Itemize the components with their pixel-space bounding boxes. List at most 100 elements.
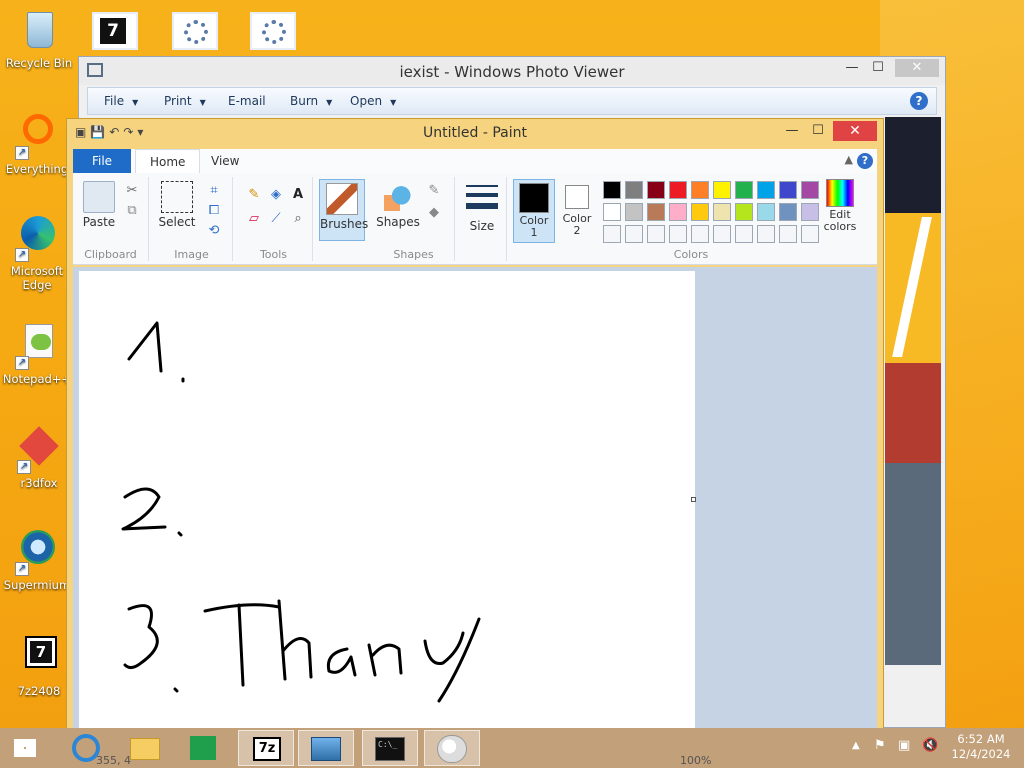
paint-icon: [437, 735, 467, 763]
desktop-icon-notepadpp[interactable]: ↗ Notepad++: [2, 322, 72, 386]
taskbar-store[interactable]: [176, 730, 232, 766]
palette-swatch[interactable]: [735, 225, 753, 243]
palette-swatch[interactable]: [669, 203, 687, 221]
group-label-shapes: Shapes: [393, 248, 434, 261]
desktop-icon-recycle-bin[interactable]: Recycle Bin: [4, 6, 74, 70]
color1-button[interactable]: Color 1: [513, 179, 555, 243]
settings-desktop-icon[interactable]: [172, 12, 218, 50]
maximize-button[interactable]: ☐: [865, 59, 891, 77]
color2-button[interactable]: Color 2: [557, 179, 597, 243]
desktop-icon-7z2408[interactable]: 7 7z2408: [4, 634, 74, 698]
paint-window[interactable]: ▣💾↶↷▾ Untitled - Paint — ☐ ✕ File Home V…: [66, 118, 884, 730]
taskbar-paint[interactable]: [424, 730, 480, 766]
palette-swatch[interactable]: [779, 203, 797, 221]
palette-swatch[interactable]: [625, 203, 643, 221]
desktop-icon-everything[interactable]: ↗ Everything: [2, 112, 72, 176]
help-icon[interactable]: ?: [857, 153, 873, 169]
taskbar-photo-viewer[interactable]: [298, 730, 354, 766]
palette-swatch[interactable]: [691, 225, 709, 243]
ribbon-home: Paste ✂ ⧉ Clipboard Select ⌗ ⧠ ⟲ Image ✎…: [73, 173, 877, 265]
palette-swatch[interactable]: [647, 225, 665, 243]
close-button[interactable]: ✕: [833, 121, 877, 141]
r3dfox-icon: ↗: [15, 426, 63, 474]
palette-swatch[interactable]: [603, 181, 621, 199]
help-icon[interactable]: ?: [910, 92, 928, 110]
rotate-icon[interactable]: ⟲: [205, 223, 223, 239]
palette-swatch[interactable]: [647, 181, 665, 199]
taskbar-cmd[interactable]: C:\_: [362, 730, 418, 766]
tab-home[interactable]: Home: [135, 149, 201, 173]
palette-swatch[interactable]: [625, 181, 643, 199]
menu-file[interactable]: File ▼: [104, 94, 138, 108]
menu-burn[interactable]: Burn ▼: [290, 94, 332, 108]
handwritten-n: [367, 643, 403, 677]
close-button[interactable]: ✕: [895, 59, 939, 77]
outline-icon[interactable]: ✎: [425, 183, 443, 199]
menu-print[interactable]: Print ▼: [164, 94, 206, 108]
paste-button[interactable]: Paste: [79, 181, 119, 229]
settings-desktop-icon-2[interactable]: [250, 12, 296, 50]
group-label-tools: Tools: [259, 248, 288, 261]
menu-open[interactable]: Open ▼: [350, 94, 396, 108]
fill-icon[interactable]: ◈: [267, 187, 285, 203]
cut-icon[interactable]: ✂: [123, 183, 141, 199]
shapes-button[interactable]: Shapes: [375, 181, 421, 229]
pencil-icon[interactable]: ✎: [245, 187, 263, 203]
palette-swatch[interactable]: [735, 181, 753, 199]
palette-swatch[interactable]: [757, 181, 775, 199]
palette-swatch[interactable]: [691, 181, 709, 199]
minimize-button[interactable]: —: [839, 59, 865, 77]
fill-shape-icon[interactable]: ◆: [425, 205, 443, 221]
text-icon[interactable]: A: [289, 187, 307, 203]
copy-icon[interactable]: ⧉: [123, 203, 141, 219]
magnifier-icon[interactable]: ⌕: [289, 211, 307, 227]
flag-icon[interactable]: ⚑: [874, 738, 886, 753]
group-label-colors: Colors: [673, 248, 709, 261]
palette-swatch[interactable]: [757, 225, 775, 243]
minimize-button[interactable]: —: [779, 121, 805, 141]
desktop-icon-r3dfox[interactable]: ↗ r3dfox: [4, 426, 74, 490]
volume-muted-icon[interactable]: 🔇: [922, 738, 938, 753]
palette-swatch[interactable]: [779, 181, 797, 199]
palette-swatch[interactable]: [669, 181, 687, 199]
drawing-canvas[interactable]: [79, 271, 695, 729]
palette-swatch[interactable]: [603, 225, 621, 243]
paint-titlebar[interactable]: ▣💾↶↷▾ Untitled - Paint — ☐ ✕: [67, 119, 883, 147]
menu-email[interactable]: E-mail: [228, 94, 266, 108]
clock[interactable]: 6:52 AM 12/4/2024: [946, 732, 1016, 762]
photo-viewer-title: iexist - Windows Photo Viewer: [399, 63, 625, 81]
palette-swatch[interactable]: [603, 203, 621, 221]
palette-swatch[interactable]: [647, 203, 665, 221]
select-button[interactable]: Select: [157, 181, 197, 229]
taskbar-7zip[interactable]: 7z: [238, 730, 294, 766]
canvas-resize-handle[interactable]: [691, 497, 696, 502]
crop-icon[interactable]: ⌗: [205, 183, 223, 199]
desktop-icon-supermium[interactable]: ↗ Supermium: [2, 528, 72, 592]
palette-swatch[interactable]: [625, 225, 643, 243]
desktop-icon-edge[interactable]: ↗ Microsoft Edge: [2, 214, 72, 292]
palette-swatch[interactable]: [735, 203, 753, 221]
tab-file[interactable]: File: [73, 149, 131, 173]
resize-icon[interactable]: ⧠: [205, 203, 223, 219]
palette-swatch[interactable]: [669, 225, 687, 243]
color-picker-icon[interactable]: ⟋: [267, 211, 285, 227]
7zip-desktop-icon[interactable]: 7: [92, 12, 138, 50]
maximize-button[interactable]: ☐: [805, 121, 831, 141]
palette-swatch[interactable]: [713, 225, 731, 243]
palette-swatch[interactable]: [757, 203, 775, 221]
start-button[interactable]: [0, 730, 50, 766]
canvas-area: [73, 267, 877, 729]
palette-swatch[interactable]: [713, 203, 731, 221]
edit-colors-button[interactable]: Edit colors: [815, 179, 865, 233]
palette-swatch[interactable]: [779, 225, 797, 243]
show-hidden-icons-icon[interactable]: ▲: [852, 740, 860, 751]
palette-swatch[interactable]: [713, 181, 731, 199]
eraser-icon[interactable]: ▱: [245, 211, 263, 227]
photo-viewer-titlebar[interactable]: iexist - Windows Photo Viewer — ☐ ✕: [79, 57, 945, 85]
collapse-ribbon-icon[interactable]: ▲: [845, 153, 853, 166]
brushes-button[interactable]: Brushes: [319, 179, 368, 241]
tab-view[interactable]: View: [197, 149, 253, 173]
size-button[interactable]: Size: [461, 181, 503, 233]
palette-swatch[interactable]: [691, 203, 709, 221]
network-icon[interactable]: ▣: [898, 738, 910, 753]
